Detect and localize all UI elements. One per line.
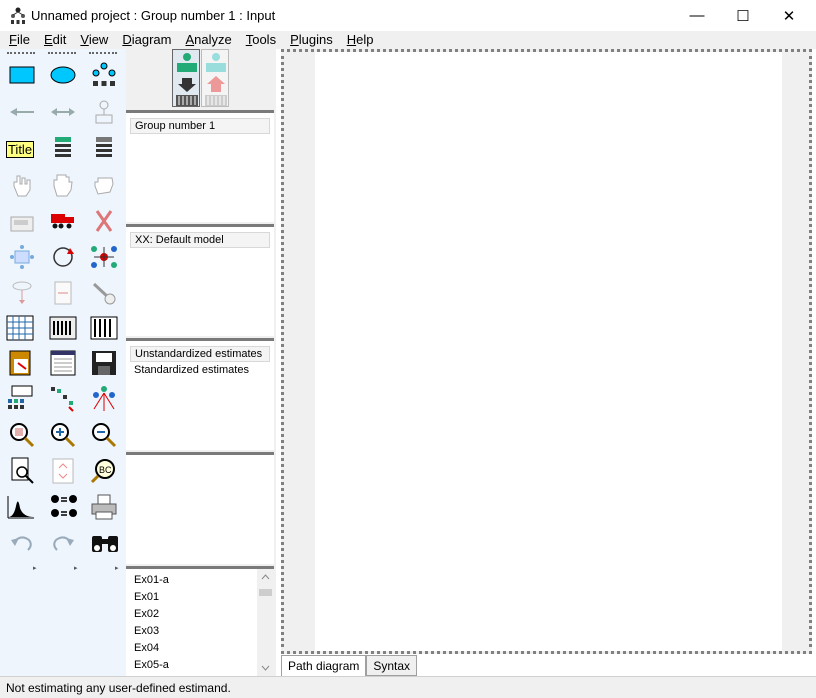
view-text-icon[interactable] <box>49 349 77 377</box>
toolbox-grip <box>48 52 76 55</box>
draw-observed-variable-icon[interactable] <box>8 61 36 89</box>
select-data-files-icon[interactable] <box>6 314 34 342</box>
redo-icon[interactable] <box>49 529 77 557</box>
file-item[interactable]: Ex04 <box>126 640 274 657</box>
status-text: Not estimating any user-defined estimand… <box>6 681 231 695</box>
menu-view[interactable]: View <box>73 31 115 49</box>
reflect-indicators-icon[interactable] <box>90 243 118 271</box>
menu-analyze[interactable]: Analyze <box>178 31 238 49</box>
file-item[interactable]: Ex03 <box>126 623 274 640</box>
model-item[interactable]: XX: Default model <box>130 232 270 248</box>
zoom-out-icon[interactable] <box>90 421 118 449</box>
standardized-estimates-item[interactable]: Standardized estimates <box>126 362 274 378</box>
list-variables-in-model-icon[interactable] <box>49 135 77 163</box>
group-item[interactable]: Group number 1 <box>130 118 270 134</box>
view-page-icon[interactable] <box>8 457 36 485</box>
calculate-estimates-icon[interactable] <box>90 314 118 342</box>
menu-tools[interactable]: Tools <box>239 31 283 49</box>
add-unique-variable-icon[interactable] <box>90 98 118 126</box>
bayesian-estimation-icon[interactable] <box>6 493 34 521</box>
svg-text:BC: BC <box>99 465 112 475</box>
menu-plugins[interactable]: Plugins <box>283 31 340 49</box>
close-button[interactable]: ✕ <box>766 0 812 31</box>
toolbox-expand-icon[interactable]: ▸ <box>115 564 119 572</box>
change-shape-icon[interactable] <box>8 243 36 271</box>
zoom-in-icon[interactable] <box>49 421 77 449</box>
duplicate-objects-icon[interactable] <box>8 207 36 235</box>
amos-app-icon <box>9 7 27 25</box>
file-item[interactable]: Ex01 <box>126 589 274 606</box>
path-diagram-canvas[interactable] <box>281 49 812 654</box>
scroll-icon[interactable] <box>49 279 77 307</box>
select-one-object-icon[interactable] <box>8 171 36 199</box>
zoom-in-area-icon[interactable] <box>8 421 36 449</box>
diagram-page[interactable] <box>315 52 782 651</box>
computation-summary-pane <box>126 452 274 564</box>
erase-objects-icon[interactable] <box>90 207 118 235</box>
fit-to-page-icon[interactable] <box>49 457 77 485</box>
menu-help[interactable]: Help <box>340 31 381 49</box>
menu-bar: File Edit View Diagram Analyze Tools Plu… <box>0 31 816 49</box>
files-scrollbar[interactable] <box>257 569 274 676</box>
menu-edit[interactable]: Edit <box>37 31 73 49</box>
preserve-symmetries-icon[interactable] <box>90 385 118 413</box>
draw-path-icon[interactable] <box>8 98 36 126</box>
file-item[interactable]: Ex01-a <box>126 572 274 589</box>
models-pane: XX: Default model <box>126 224 274 336</box>
unstandardized-estimates-item[interactable]: Unstandardized estimates <box>130 346 270 362</box>
touch-up-icon[interactable] <box>90 279 118 307</box>
draw-latent-indicator-icon[interactable] <box>90 61 118 89</box>
title-bar: Unnamed project : Group number 1 : Input… <box>0 0 816 31</box>
minimize-button[interactable]: — <box>674 0 720 31</box>
minimize-icon: — <box>689 7 705 24</box>
print-diagram-icon[interactable] <box>90 493 118 521</box>
file-item[interactable]: Ex02 <box>126 606 274 623</box>
object-properties-icon[interactable] <box>6 385 34 413</box>
select-all-objects-icon[interactable] <box>49 171 77 199</box>
tab-path-diagram[interactable]: Path diagram <box>281 655 367 676</box>
groups-pane: Group number 1 <box>126 110 274 222</box>
copy-to-clipboard-icon[interactable] <box>6 349 34 377</box>
drag-properties-icon[interactable] <box>49 385 77 413</box>
toolbox-grip <box>89 52 117 55</box>
status-bar: Not estimating any user-defined estimand… <box>0 676 816 698</box>
navigation-panel: Group number 1 XX: Default model Unstand… <box>126 49 276 676</box>
multiple-group-analysis-icon[interactable] <box>49 493 77 521</box>
menu-diagram[interactable]: Diagram <box>115 31 178 49</box>
draw-unobserved-variable-icon[interactable] <box>49 61 77 89</box>
file-item[interactable]: Ex05-a <box>126 657 274 674</box>
deselect-all-objects-icon[interactable] <box>90 171 118 199</box>
maximize-button[interactable]: ☐ <box>720 0 766 31</box>
loupe-icon[interactable]: BC <box>90 457 118 485</box>
view-tabs: Path diagram Syntax <box>281 655 418 676</box>
toolbox-grip <box>7 52 35 55</box>
undo-icon[interactable] <box>8 529 36 557</box>
move-parameter-icon[interactable] <box>8 279 36 307</box>
figure-caption-icon[interactable]: Title <box>5 135 35 163</box>
list-variables-in-dataset-icon[interactable] <box>90 135 118 163</box>
toolbox: Title BC ▸ ▸ ▸ <box>0 49 126 676</box>
draw-covariance-icon[interactable] <box>49 98 77 126</box>
toolbox-expand-icon[interactable]: ▸ <box>74 564 78 572</box>
tab-syntax[interactable]: Syntax <box>366 655 418 676</box>
view-input-diagram-button[interactable] <box>172 49 200 107</box>
specification-search-icon[interactable] <box>90 529 118 557</box>
toolbox-expand-icon[interactable]: ▸ <box>33 564 37 572</box>
files-list: Ex01-a Ex01 Ex02 Ex03 Ex04 Ex05-a <box>126 566 274 676</box>
menu-file[interactable]: File <box>2 31 37 49</box>
estimates-pane: Unstandardized estimates Standardized es… <box>126 338 274 450</box>
save-diagram-icon[interactable] <box>90 349 118 377</box>
maximize-icon: ☐ <box>736 7 750 25</box>
view-output-diagram-button[interactable] <box>201 49 229 107</box>
analysis-properties-icon[interactable] <box>49 314 77 342</box>
view-mode-buttons <box>170 49 230 109</box>
window-title: Unnamed project : Group number 1 : Input <box>31 8 276 23</box>
close-icon: ✕ <box>782 7 796 25</box>
move-objects-icon[interactable] <box>49 207 77 235</box>
rotate-indicators-icon[interactable] <box>49 243 77 271</box>
